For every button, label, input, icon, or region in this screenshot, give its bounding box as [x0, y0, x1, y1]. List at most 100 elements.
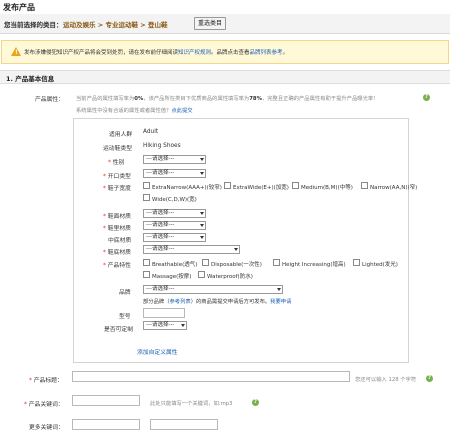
model-label: 型号	[119, 314, 131, 320]
midsole-material-label: 中底材质	[108, 238, 132, 244]
keyword-label: * 产品关键词：	[24, 402, 64, 408]
feature-option-label: Lighted(发光)	[362, 262, 398, 268]
feature-option-checkbox[interactable]	[143, 271, 150, 278]
feature-option-label: Massage(按摩)	[152, 274, 192, 280]
width-option-label: Wide(C,D,W)(宽)	[152, 197, 197, 203]
product-title-hint: 您还可以输入 128 个字符	[355, 377, 417, 383]
upper-material-select[interactable]: ---请选择---	[143, 209, 206, 218]
chevron-down-icon	[200, 236, 204, 239]
brand-select-value: ---请选择---	[146, 286, 175, 292]
warning-icon: !	[11, 47, 21, 56]
sport-type-value: Hiking Shoes	[143, 143, 181, 149]
chevron-down-icon	[181, 324, 185, 327]
width-label: * 鞋子宽度	[103, 186, 131, 192]
category-label: 您当前选择的类目：	[4, 21, 63, 29]
feature-option-checkbox[interactable]	[198, 271, 205, 278]
customizable-label: 是否可定制	[104, 327, 133, 333]
lining-material-label-text: 鞋里材质	[107, 226, 131, 232]
reselect-category-button[interactable]: 重选类目	[194, 17, 227, 30]
warning-text: 发布涉嫌侵犯知识产权产品将会受到处罚，请在发布前仔细阅读	[24, 50, 179, 56]
feature-option-checkbox[interactable]	[353, 259, 360, 266]
feature-option-checkbox[interactable]	[273, 259, 280, 266]
product-attributes-label: 产品属性：	[35, 97, 64, 103]
more-keywords-input-2[interactable]	[150, 419, 218, 430]
brand-select[interactable]: ---请选择---	[143, 285, 283, 294]
lining-material-select[interactable]: ---请选择---	[143, 221, 206, 230]
width-option-checkbox[interactable]	[361, 182, 368, 189]
feature-option-checkbox[interactable]	[143, 259, 150, 266]
help-icon[interactable]: ?	[252, 399, 259, 406]
upper-material-select-value: ---请选择---	[146, 210, 175, 216]
more-keywords-label: 更多关键词：	[29, 425, 64, 431]
outsole-material-select-value: ---请选择---	[146, 246, 175, 252]
submit-attribute-link[interactable]: 点此提交	[171, 108, 192, 114]
model-input[interactable]	[143, 308, 185, 318]
chevron-down-icon	[200, 224, 204, 227]
section-header	[0, 70, 450, 84]
outsole-material-label-text: 鞋底材质	[107, 250, 131, 256]
chevron-down-icon	[200, 158, 204, 161]
keyword-input[interactable]	[72, 395, 140, 406]
width-option-label: ExtraWide(E+)(加宽)	[233, 185, 289, 191]
good-rate: 78%	[249, 96, 262, 102]
lining-material-select-value: ---请选择---	[146, 222, 175, 228]
outsole-material-label: * 鞋底材质	[103, 250, 131, 256]
ip-warning-text: 发布涉嫌侵犯知识产权产品将会受到处罚，请在发布前仔细阅读知识产权规则。品牌点击查…	[24, 48, 288, 56]
note-part: 当前产品的属性填写率为	[76, 96, 135, 102]
target-label: 适用人群	[109, 132, 133, 138]
more-keywords-input-1[interactable]	[72, 419, 140, 430]
gender-select-value: ---请选择---	[146, 156, 175, 162]
opening-label: * 开口类型	[103, 174, 131, 180]
help-icon[interactable]: ?	[426, 375, 433, 382]
sport-type-label: 运动鞋类型	[103, 146, 132, 152]
note-part: 部分品牌（	[143, 299, 170, 305]
keyword-label-text: 产品关键词：	[28, 402, 64, 408]
upper-material-label: * 鞋面材质	[103, 214, 131, 220]
brand-note: 部分品牌（参考列表）的商品需提交申请后方可发布。我要申请	[143, 297, 291, 305]
section-title: 1. 产品基本信息	[6, 75, 55, 83]
width-option-checkbox[interactable]	[143, 182, 150, 189]
target-value: Adult	[143, 129, 159, 135]
opening-select-value: ---请选择---	[146, 170, 175, 176]
ip-rules-link[interactable]: 知识产权规则	[178, 50, 211, 56]
opening-label-text: 开口类型	[107, 174, 131, 180]
gender-select[interactable]: ---请选择---	[143, 155, 206, 164]
page-title: 发布产品	[3, 3, 35, 12]
note-part: ，该产品所在类目下优质商品的属性填写率为	[143, 96, 250, 102]
warning-mid-text: 。品牌点击查看	[211, 50, 250, 56]
category-path[interactable]: 运动及娱乐 > 专业运动鞋 > 登山鞋	[63, 19, 167, 29]
opening-select[interactable]: ---请选择---	[143, 169, 206, 178]
feature-option-label: Height Increasing(增高)	[282, 262, 346, 268]
width-option-label: Narrow(AA,N)(窄)	[370, 185, 418, 191]
width-option-label: ExtraNarrow(AAA+)(较窄)	[152, 185, 222, 191]
brand-apply-link[interactable]: 我要申请	[270, 299, 291, 305]
chevron-down-icon	[200, 212, 204, 215]
product-title-label: * 产品标题：	[29, 378, 63, 384]
feature-option-label: Disposable(一次性)	[211, 262, 262, 268]
help-icon[interactable]: ?	[423, 94, 430, 101]
brand-list-link[interactable]: 品牌列表参考	[250, 50, 283, 56]
width-option-checkbox[interactable]	[292, 182, 299, 189]
width-option-label: Medium(B,M)(中等)	[301, 185, 353, 191]
customizable-select-value: ---请选择---	[146, 322, 175, 328]
note-part: ，完整且正确的产品属性有助于提升产品曝光率!	[261, 96, 376, 102]
brand-reference-link[interactable]: 参考列表	[170, 299, 191, 305]
product-title-input[interactable]	[72, 371, 350, 382]
chevron-down-icon	[234, 248, 238, 251]
width-option-checkbox[interactable]	[224, 182, 231, 189]
width-label-text: 鞋子宽度	[107, 186, 131, 192]
chevron-down-icon	[200, 172, 204, 175]
gender-label-text: 性别	[112, 160, 125, 166]
brand-label: 品牌	[119, 290, 131, 296]
add-custom-attribute-link[interactable]: 添加自定义属性	[137, 347, 178, 356]
gender-label: * 性别	[108, 160, 125, 166]
upper-material-label-text: 鞋面材质	[107, 214, 131, 220]
outsole-material-select[interactable]: ---请选择---	[143, 245, 240, 254]
feature-option-checkbox[interactable]	[202, 259, 209, 266]
note-part: 系统属性中没有合适的属性或者属性值？	[76, 108, 172, 114]
width-option-checkbox[interactable]	[143, 194, 150, 201]
customizable-select[interactable]: ---请选择---	[143, 321, 187, 330]
features-label-text: 产品特性	[107, 263, 131, 269]
midsole-material-select[interactable]: ---请选择---	[143, 233, 206, 242]
chevron-down-icon	[277, 288, 281, 291]
